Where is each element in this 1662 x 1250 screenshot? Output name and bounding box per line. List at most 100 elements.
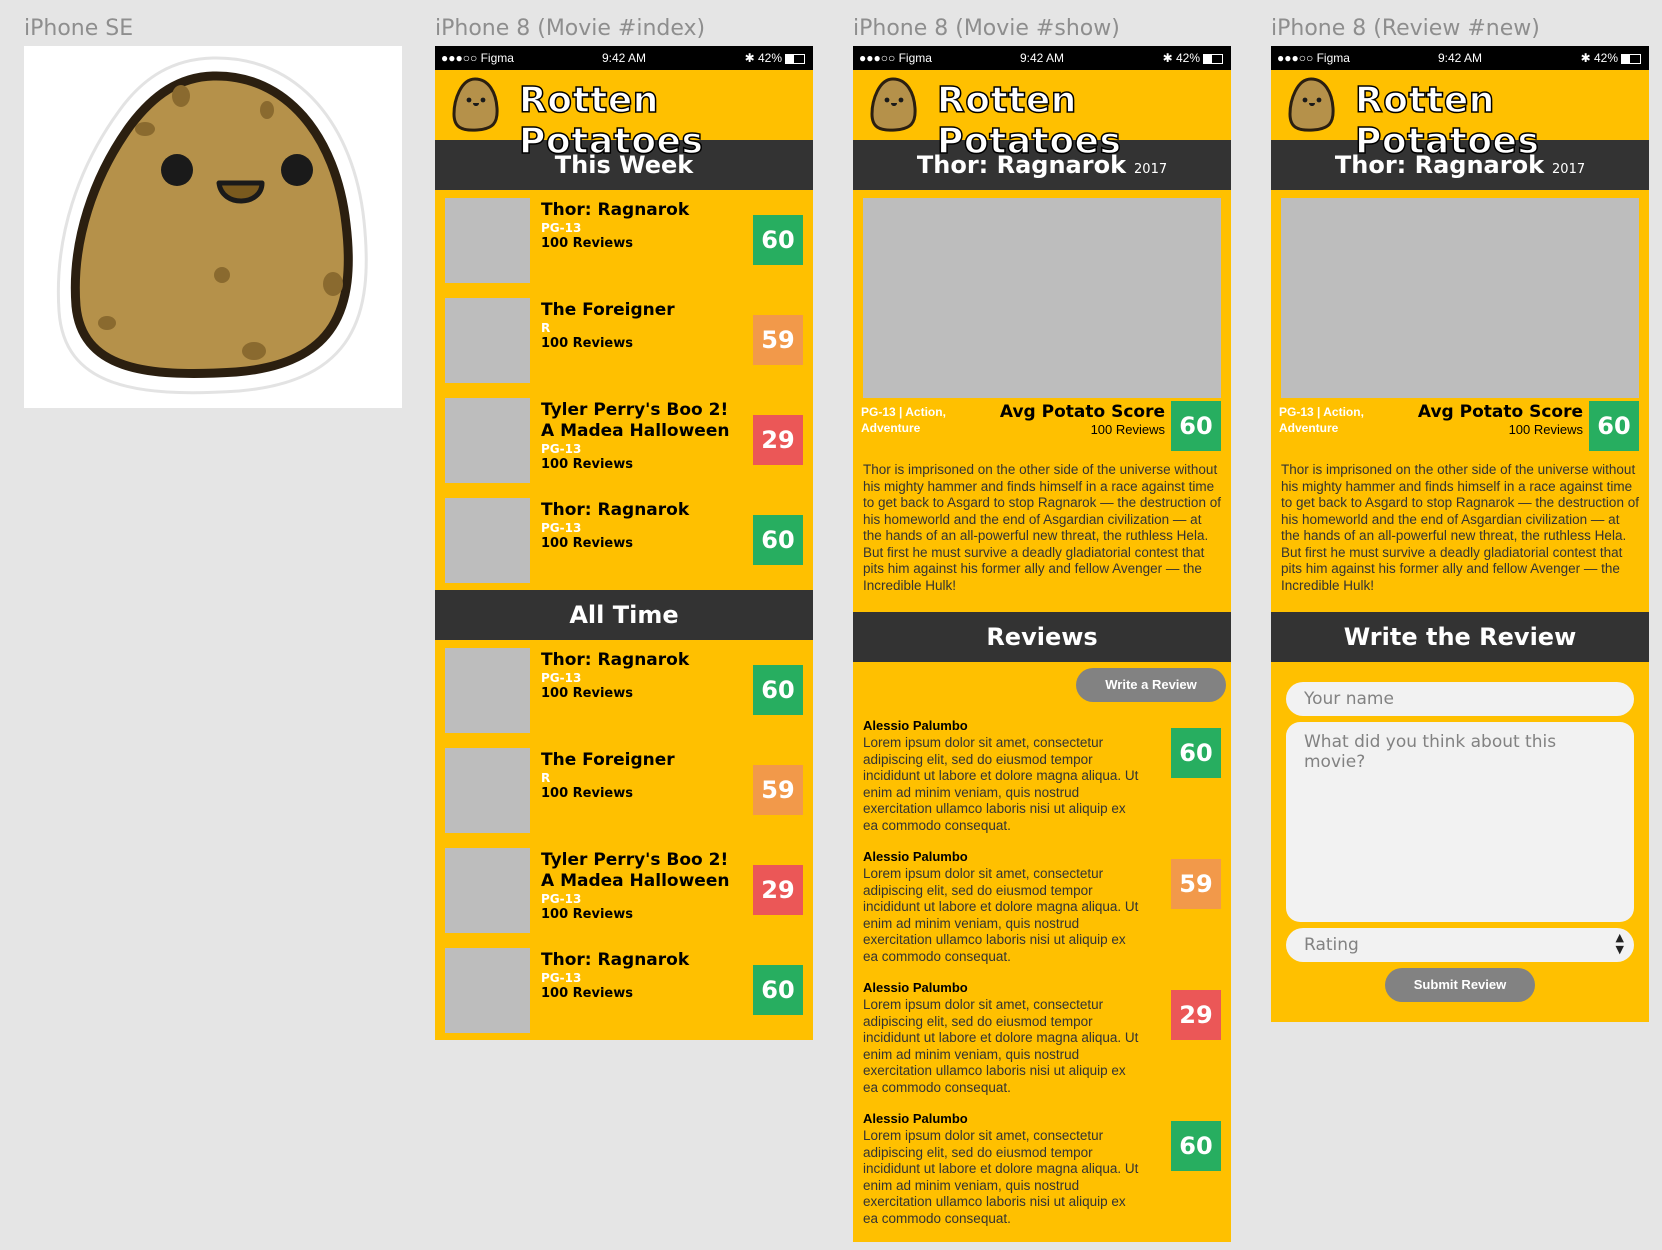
movie-year: 2017	[1552, 162, 1586, 177]
review-score-badge: 29	[1171, 990, 1221, 1040]
app-title[interactable]: Rotten Potatoes	[936, 79, 1231, 163]
score-badge: 59	[753, 315, 803, 365]
score-badge: 60	[753, 515, 803, 565]
review-body-input[interactable]: What did you think about this movie?	[1286, 722, 1634, 922]
movie-title[interactable]: The Foreigner	[541, 750, 731, 771]
section-all-time: All Time	[435, 590, 813, 640]
movie-row[interactable]: Tyler Perry's Boo 2! A Madea Halloween PG…	[435, 840, 813, 940]
movie-rating: R	[541, 321, 551, 335]
movie-info: Thor: Ragnarok PG-13 100 Reviews	[541, 500, 731, 552]
review-score-badge: 60	[1171, 728, 1221, 778]
movie-info: Thor: Ragnarok PG-13 100 Reviews	[541, 200, 731, 252]
app-header: Rotten Potatoes	[1271, 70, 1649, 163]
movie-rating: PG-13	[541, 521, 582, 535]
movie-row[interactable]: Thor: Ragnarok PG-13 100 Reviews 60	[435, 490, 813, 590]
review-text: Lorem ipsum dolor sit amet, consectetur …	[863, 866, 1139, 964]
status-bar: ●●●○○ Figma 9:42 AM ✱ 42%	[853, 46, 1231, 70]
app-title[interactable]: Rotten Potatoes	[518, 79, 813, 163]
frame-label-review-new: iPhone 8 (Review #new)	[1271, 16, 1540, 41]
movie-meta: PG-13 | Action, Adventure	[861, 405, 946, 435]
avg-score-label: Avg Potato Score	[999, 402, 1165, 422]
movie-rating: PG-13	[541, 221, 582, 235]
movie-row[interactable]: The Foreigner R 100 Reviews 59	[435, 290, 813, 390]
movie-info: The Foreigner R 100 Reviews	[541, 750, 731, 802]
score-badge: 60	[753, 215, 803, 265]
frame-label-movie-index: iPhone 8 (Movie #index)	[435, 16, 706, 41]
movie-thumbnail[interactable]	[445, 948, 530, 1033]
write-review-button[interactable]: Write a Review	[1076, 668, 1226, 702]
movie-synopsis: Thor is imprisoned on the other side of …	[1281, 462, 1639, 593]
potato-logo-icon[interactable]	[869, 76, 917, 132]
movie-row[interactable]: Tyler Perry's Boo 2! A Madea Halloween PG…	[435, 390, 813, 490]
movie-review-count: 100 Reviews	[541, 786, 633, 801]
movie-synopsis: Thor is imprisoned on the other side of …	[863, 462, 1221, 593]
frame-label-movie-show: iPhone 8 (Movie #show)	[853, 16, 1120, 41]
movie-thumbnail[interactable]	[445, 298, 530, 383]
score-badge: 59	[753, 765, 803, 815]
movie-title[interactable]: Thor: Ragnarok	[541, 950, 731, 971]
battery-icon	[1203, 53, 1223, 64]
battery-indicator: ✱ 42%	[1581, 51, 1641, 65]
movie-info: Thor: Ragnarok PG-13 100 Reviews	[541, 650, 731, 702]
movie-title[interactable]: The Foreigner	[541, 300, 731, 321]
review-score-badge: 59	[1171, 859, 1221, 909]
movie-rating: PG-13	[541, 671, 582, 685]
movie-meta-row: PG-13 | Action, Adventure Avg Potato Sco…	[853, 398, 1231, 454]
movie-title[interactable]: Thor: Ragnarok	[541, 500, 731, 521]
movie-poster	[1281, 198, 1639, 398]
name-input[interactable]: Your name	[1286, 682, 1634, 716]
movie-thumbnail[interactable]	[445, 398, 530, 483]
app-header: Rotten Potatoes	[853, 70, 1231, 163]
movie-meta-row: PG-13 | Action, Adventure Avg Potato Sco…	[1271, 398, 1649, 454]
potato-mascot-frame	[24, 46, 402, 408]
app-header: Rotten Potatoes	[435, 70, 813, 163]
review-item: Alessio Palumbo Lorem ipsum dolor sit ame…	[853, 718, 1231, 849]
movie-review-count: 100 Reviews	[541, 986, 633, 1001]
app-title[interactable]: Rotten Potatoes	[1354, 79, 1649, 163]
potato-logo-icon[interactable]	[1287, 76, 1335, 132]
battery-indicator: ✱ 42%	[1163, 51, 1223, 65]
review-list: Alessio Palumbo Lorem ipsum dolor sit ame…	[853, 718, 1231, 1242]
rating-select[interactable]: Rating ▲ ▼	[1286, 928, 1634, 962]
movie-thumbnail[interactable]	[445, 198, 530, 283]
movie-review-count: 100 Reviews	[541, 236, 633, 251]
avg-score-badge: 60	[1171, 401, 1221, 451]
avg-score-badge: 60	[1589, 401, 1639, 451]
section-write-review: Write the Review	[1271, 612, 1649, 662]
frame-label-iphone-se: iPhone SE	[24, 16, 134, 41]
movie-meta: PG-13 | Action, Adventure	[1279, 405, 1364, 435]
battery-label: ✱ 42%	[1580, 51, 1618, 65]
movie-rating: PG-13	[541, 442, 582, 456]
review-author: Alessio Palumbo	[863, 849, 968, 864]
section-reviews: Reviews	[853, 612, 1231, 662]
movie-row[interactable]: The Foreigner R 100 Reviews 59	[435, 740, 813, 840]
movie-review-count: 100 Reviews	[541, 686, 633, 701]
avg-review-count: 100 Reviews	[1508, 422, 1583, 437]
movie-thumbnail[interactable]	[445, 648, 530, 733]
potato-mascot-icon	[56, 56, 368, 395]
score-badge: 60	[753, 965, 803, 1015]
movie-year: 2017	[1134, 162, 1168, 177]
review-score-badge: 60	[1171, 1121, 1221, 1171]
movie-thumbnail[interactable]	[445, 848, 530, 933]
movie-index-screen: ●●●○○ Figma 9:42 AM ✱ 42% Rotten Potatoe…	[435, 46, 813, 1040]
battery-icon	[1621, 53, 1641, 64]
movie-title[interactable]: Thor: Ragnarok	[541, 200, 731, 221]
score-badge: 29	[753, 415, 803, 465]
movie-title[interactable]: Thor: Ragnarok	[541, 650, 731, 671]
movie-review-count: 100 Reviews	[541, 457, 633, 472]
review-text: Lorem ipsum dolor sit amet, consectetur …	[863, 735, 1139, 833]
movie-title[interactable]: Tyler Perry's Boo 2! A Madea Halloween	[541, 400, 731, 442]
potato-logo-icon[interactable]	[451, 76, 499, 132]
score-badge: 29	[753, 865, 803, 915]
movie-row[interactable]: Thor: Ragnarok PG-13 100 Reviews 60	[435, 640, 813, 740]
movie-row[interactable]: Thor: Ragnarok PG-13 100 Reviews 60	[435, 190, 813, 290]
movie-row[interactable]: Thor: Ragnarok PG-13 100 Reviews 60	[435, 940, 813, 1040]
movie-rating: PG-13	[541, 971, 582, 985]
this-week-list: Thor: Ragnarok PG-13 100 Reviews 60 The Fore…	[435, 190, 813, 590]
submit-review-button[interactable]: Submit Review	[1385, 968, 1535, 1002]
movie-thumbnail[interactable]	[445, 498, 530, 583]
review-item: Alessio Palumbo Lorem ipsum dolor sit ame…	[853, 849, 1231, 980]
movie-thumbnail[interactable]	[445, 748, 530, 833]
movie-title[interactable]: Tyler Perry's Boo 2! A Madea Halloween	[541, 850, 731, 892]
